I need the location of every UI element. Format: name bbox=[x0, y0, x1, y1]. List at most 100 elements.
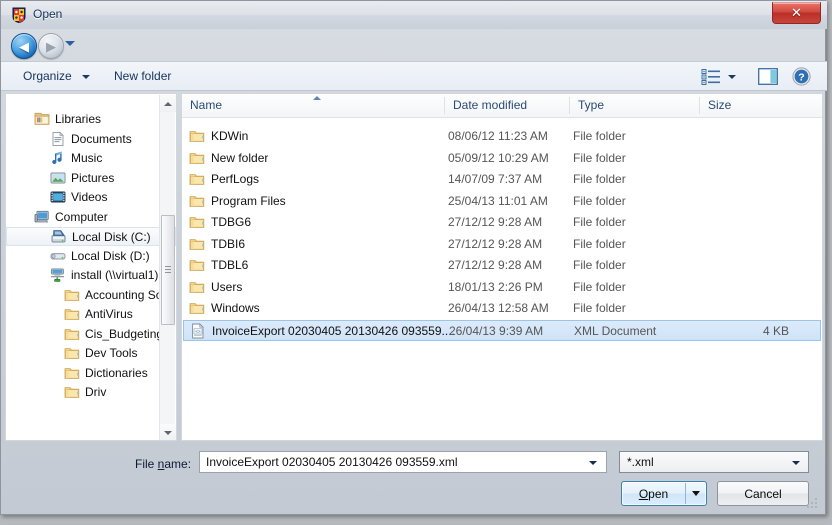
music-icon bbox=[50, 150, 66, 166]
view-list-icon[interactable] bbox=[701, 68, 721, 86]
cell-date-modified: 08/06/12 11:23 AM bbox=[448, 129, 548, 143]
preview-pane-icon[interactable] bbox=[758, 68, 778, 85]
cell-size: 4 KB bbox=[762, 323, 789, 338]
tree-item-dev-tools[interactable]: Dev Tools bbox=[6, 344, 176, 363]
libraries-icon bbox=[34, 111, 50, 127]
svg-text:<>: <> bbox=[195, 328, 201, 333]
cell-type: XML Document bbox=[574, 323, 657, 338]
shield-crest-icon bbox=[11, 7, 27, 24]
scroll-down-icon[interactable] bbox=[160, 424, 176, 440]
tree-item-install-virtual1[interactable]: install (\\virtual1) bbox=[6, 266, 176, 285]
tree-item-videos[interactable]: Videos bbox=[6, 188, 176, 207]
organize-chevron-down-icon[interactable] bbox=[82, 75, 90, 79]
close-button[interactable]: ✕ bbox=[772, 2, 821, 24]
tree-item-label: AntiVirus bbox=[85, 307, 133, 321]
cell-type: File folder bbox=[573, 150, 626, 165]
column-header-type[interactable]: Type bbox=[570, 94, 700, 117]
tree-item-label: Local Disk (D:) bbox=[71, 248, 150, 263]
folder-icon bbox=[189, 193, 205, 209]
tree-item-driv[interactable]: Driv bbox=[6, 383, 176, 402]
tree-item-cis-budgeting[interactable]: Cis_Budgeting bbox=[6, 325, 176, 344]
file-type-filter-value: *.xml bbox=[627, 455, 654, 469]
tree-item-antivirus[interactable]: AntiVirus bbox=[6, 305, 176, 324]
navigation-pane-scrollbar[interactable] bbox=[159, 95, 176, 440]
pictures-icon bbox=[50, 170, 66, 186]
column-header-date-modified[interactable]: Date modified bbox=[445, 94, 570, 117]
cell-date-modified: 27/12/12 9:28 AM bbox=[448, 215, 543, 229]
cell-date-modified: 26/04/13 9:39 AM bbox=[449, 323, 544, 338]
tree-item-label: Music bbox=[71, 151, 103, 165]
table-row[interactable]: PerfLogs 14/07/09 7:37 AM File folder bbox=[183, 169, 821, 190]
table-row[interactable]: TDBL6 27/12/12 9:28 AM File folder bbox=[183, 255, 821, 276]
cell-type: File folder bbox=[573, 301, 626, 315]
table-row[interactable]: Program Files 25/04/13 11:01 AM File folde… bbox=[183, 191, 821, 212]
tree-item-dictionaries[interactable]: Dictionaries bbox=[6, 364, 176, 383]
organize-button[interactable]: Organize bbox=[23, 69, 72, 83]
tree-item-label: Documents bbox=[71, 131, 132, 146]
navigation-pane: Libraries Documents Music Pictures Videos Com… bbox=[5, 93, 177, 441]
cell-type: File folder bbox=[573, 279, 626, 294]
cell-name: Program Files bbox=[211, 193, 286, 208]
cancel-button-label: Cancel bbox=[744, 486, 782, 501]
tree-item-label: Accounting Sof bbox=[85, 287, 166, 302]
navigation-bar: ◀ ▶ Computer ▶ Local Disk (C:) ▶ bbox=[1, 29, 827, 86]
folder-icon bbox=[64, 306, 80, 322]
file-name-chevron-down-icon[interactable] bbox=[589, 461, 597, 465]
open-button-label[interactable]: Open bbox=[622, 482, 685, 505]
help-question-icon[interactable]: ? bbox=[792, 67, 811, 86]
tree-item-label: Computer bbox=[55, 209, 108, 224]
tree-item-label: Cis_Budgeting bbox=[85, 326, 164, 341]
tree-item-label: Pictures bbox=[71, 170, 115, 185]
table-row[interactable]: New folder 05/09/12 10:29 AM File folder bbox=[183, 148, 821, 169]
folder-icon bbox=[64, 384, 80, 400]
tree-item-pictures[interactable]: Pictures bbox=[6, 169, 176, 188]
tree-item-libraries[interactable]: Libraries bbox=[6, 110, 176, 129]
dialog-content: Libraries Documents Music Pictures Videos Com… bbox=[5, 93, 823, 441]
cancel-button[interactable]: Cancel bbox=[717, 481, 809, 506]
tree-item-local-disk-c[interactable]: Local Disk (C:) bbox=[6, 227, 176, 246]
table-row[interactable]: Users 18/01/13 2:26 PM File folder bbox=[183, 277, 821, 298]
new-folder-button[interactable]: New folder bbox=[114, 69, 171, 83]
cell-date-modified: 14/07/09 7:37 AM bbox=[448, 172, 543, 186]
svg-text:?: ? bbox=[798, 72, 804, 84]
scrollbar-thumb[interactable] bbox=[161, 215, 175, 325]
folder-icon bbox=[189, 300, 205, 316]
views-chevron-down-icon[interactable] bbox=[728, 75, 736, 79]
column-header-label: Size bbox=[708, 98, 732, 112]
table-row[interactable]: <> InvoiceExport 02030405 20130426 093559… bbox=[183, 319, 821, 341]
cell-name: Users bbox=[211, 279, 243, 294]
file-name-input[interactable]: InvoiceExport 02030405 20130426 093559.x… bbox=[199, 451, 607, 473]
tree-item-accounting-sof[interactable]: Accounting Sof bbox=[6, 286, 176, 305]
cell-date-modified: 26/04/13 12:58 AM bbox=[448, 301, 549, 315]
cell-name: KDWin bbox=[211, 129, 249, 143]
recent-pages-chevron-down-icon[interactable] bbox=[65, 41, 75, 46]
table-row[interactable]: TDBI6 27/12/12 9:28 AM File folder bbox=[183, 234, 821, 255]
column-header-row: Name Date modified Type Size bbox=[182, 94, 822, 118]
harddisk-icon bbox=[51, 229, 67, 245]
table-row[interactable]: TDBG6 27/12/12 9:28 AM File folder bbox=[183, 212, 821, 233]
drive-icon bbox=[50, 248, 66, 264]
folder-icon bbox=[64, 365, 80, 381]
forward-button[interactable]: ▶ bbox=[38, 33, 64, 59]
file-type-filter-combobox[interactable]: *.xml bbox=[619, 451, 809, 473]
table-row[interactable]: Windows 26/04/13 12:58 AM File folder bbox=[183, 298, 821, 319]
folder-icon bbox=[189, 279, 205, 295]
documents-icon bbox=[50, 131, 66, 147]
videos-icon bbox=[50, 189, 66, 205]
column-header-label: Date modified bbox=[453, 98, 528, 112]
filter-chevron-down-icon bbox=[792, 461, 800, 465]
table-row[interactable]: KDWin 08/06/12 11:23 AM File folder bbox=[183, 126, 821, 147]
back-button[interactable]: ◀ bbox=[11, 33, 37, 59]
folder-icon bbox=[189, 150, 205, 166]
tree-item-music[interactable]: Music bbox=[6, 149, 176, 168]
tree-item-computer[interactable]: Computer bbox=[6, 208, 176, 227]
open-dropdown-button[interactable] bbox=[686, 482, 706, 505]
column-header-label: Type bbox=[578, 98, 605, 112]
column-header-size[interactable]: Size bbox=[700, 94, 822, 117]
resize-grip-icon[interactable] bbox=[807, 498, 819, 510]
open-button[interactable]: Open bbox=[621, 481, 707, 506]
tree-item-local-disk-d[interactable]: Local Disk (D:) bbox=[6, 247, 176, 266]
scroll-up-icon[interactable] bbox=[160, 95, 176, 112]
column-header-label: Name bbox=[190, 98, 223, 112]
tree-item-documents[interactable]: Documents bbox=[6, 130, 176, 149]
